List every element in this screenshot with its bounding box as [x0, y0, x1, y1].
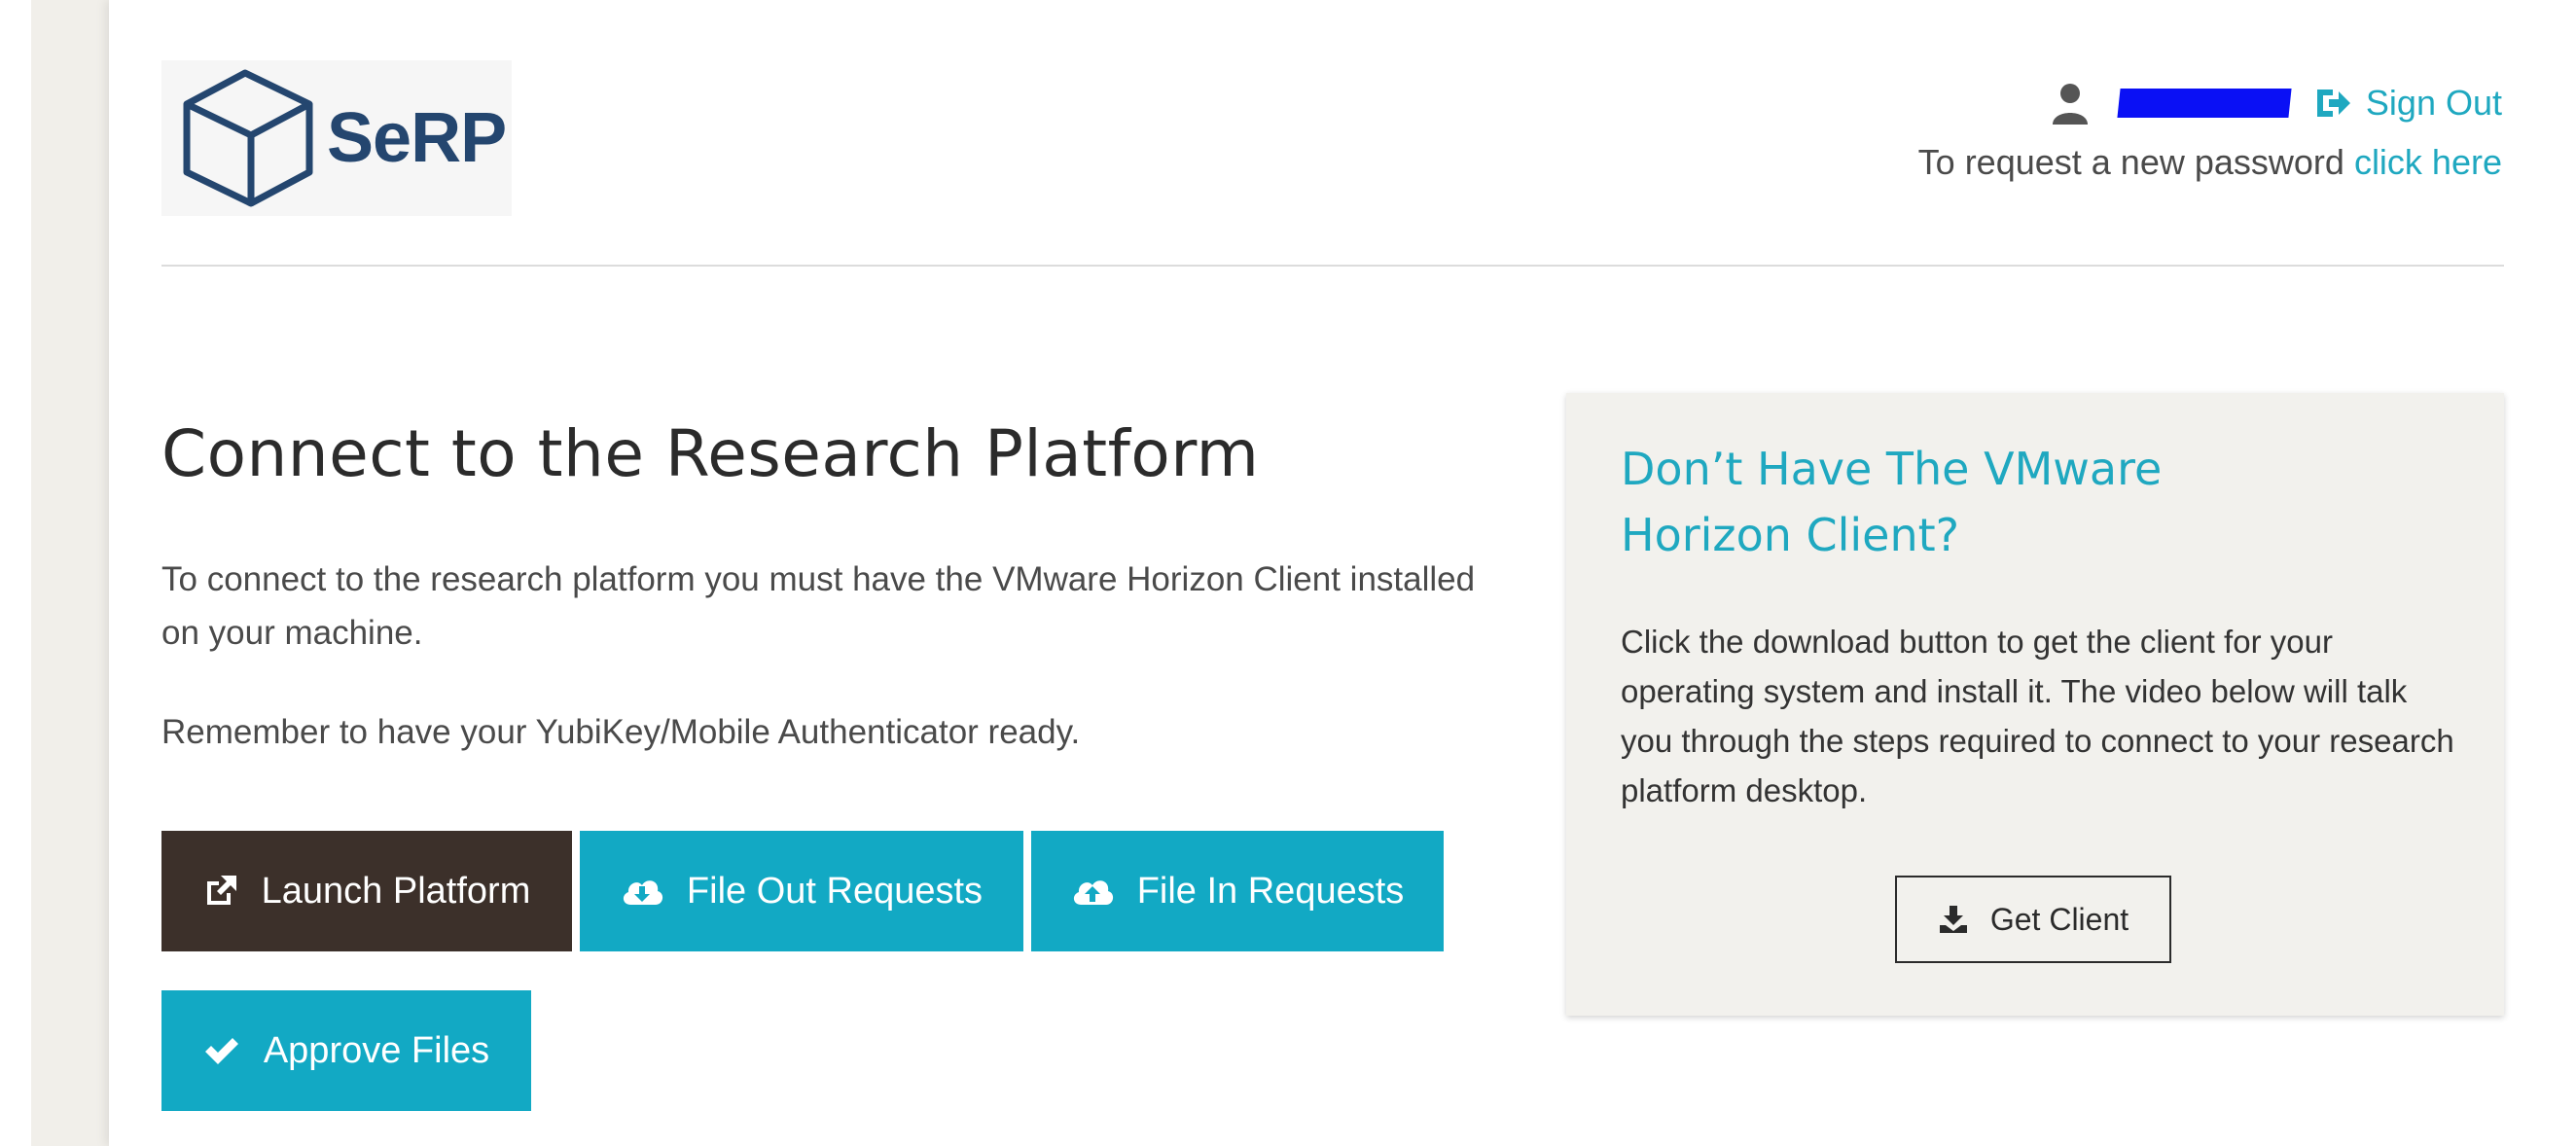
download-icon [1939, 906, 1967, 933]
authenticator-reminder: Remember to have your YubiKey/Mobile Aut… [161, 713, 1081, 751]
outer-background [0, 0, 109, 1146]
page-container: SeRP Sign Out To request a new password … [109, 0, 2576, 1146]
approve-files-label: Approve Files [263, 1029, 490, 1071]
approve-files-button[interactable]: Approve Files [161, 990, 531, 1111]
password-request-row: To request a new password click here [1918, 138, 2502, 187]
sign-out-link[interactable]: Sign Out [2366, 83, 2502, 124]
password-request-text: To request a new password [1917, 142, 2344, 182]
redacted-username [2117, 89, 2292, 118]
launch-platform-button[interactable]: Launch Platform [161, 831, 572, 951]
logo-text: SeRP [327, 99, 507, 177]
header-divider [161, 265, 2504, 267]
serp-logo[interactable]: SeRP [161, 60, 512, 216]
window-edge [0, 0, 31, 1146]
page-title: Connect to the Research Platform [161, 416, 1260, 491]
cube-logo-icon [183, 69, 313, 207]
user-row: Sign Out [1918, 76, 2502, 130]
external-link-icon [206, 876, 236, 905]
password-request-link[interactable]: click here [2354, 142, 2502, 182]
get-client-label: Get Client [1989, 901, 2129, 937]
file-out-requests-label: File Out Requests [686, 870, 984, 912]
cloud-upload-icon [1073, 880, 1113, 905]
top-strip [109, 0, 2576, 18]
user-area: Sign Out To request a new password click… [1918, 76, 2502, 187]
horizon-client-panel: Don’t Have The VMware Horizon Client? Cl… [1566, 393, 2504, 1016]
panel-title: Don’t Have The VMware Horizon Client? [1621, 443, 2163, 561]
user-icon [2052, 84, 2088, 125]
intro-paragraph: To connect to the research platform you … [161, 560, 1476, 652]
get-client-button[interactable]: Get Client [1895, 876, 2171, 963]
panel-text: Click the download button to get the cli… [1621, 624, 2454, 808]
file-out-requests-button[interactable]: File Out Requests [580, 831, 1023, 951]
launch-platform-label: Launch Platform [261, 870, 531, 912]
checkmark-icon [204, 1038, 238, 1064]
file-in-requests-button[interactable]: File In Requests [1031, 831, 1444, 951]
cloud-download-icon [623, 880, 663, 905]
file-in-requests-label: File In Requests [1136, 870, 1405, 912]
sign-out-icon[interactable] [2313, 86, 2352, 121]
